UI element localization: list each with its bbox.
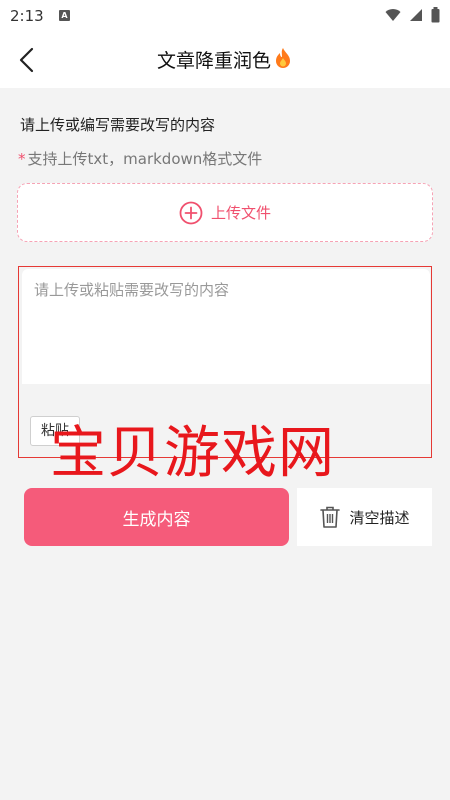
upload-file-button[interactable]: 上传文件 (17, 183, 433, 242)
wifi-icon (385, 9, 401, 21)
clear-description-button[interactable]: 清空描述 (297, 488, 432, 546)
status-bar: 2:13 A (0, 0, 450, 32)
trash-icon (320, 506, 341, 528)
page-title-text: 文章降重润色 (156, 50, 271, 72)
battery-icon (431, 7, 440, 23)
content-textarea[interactable] (22, 269, 430, 384)
plus-circle-icon (179, 201, 203, 224)
format-hint: * 支持上传txt，markdown格式文件 (18, 148, 262, 169)
upload-file-label: 上传文件 (210, 204, 271, 222)
signal-icon (410, 9, 422, 21)
main-content: 请上传或编写需要改写的内容 * 支持上传txt，markdown格式文件 上传文件… (0, 88, 450, 800)
status-icons (385, 7, 440, 23)
fire-icon (273, 47, 293, 74)
status-time: 2:13 (10, 7, 44, 25)
app-bar: 文章降重润色 (0, 32, 450, 88)
paste-button[interactable]: 粘贴 (30, 416, 80, 446)
clear-description-label: 清空描述 (349, 508, 410, 527)
status-indicator-icon: A (59, 10, 70, 21)
required-star: * (18, 150, 26, 168)
format-hint-text: 支持上传txt，markdown格式文件 (27, 150, 263, 168)
generate-content-button[interactable]: 生成内容 (24, 488, 289, 546)
page-title: 文章降重润色 (0, 46, 450, 74)
section-title: 请上传或编写需要改写的内容 (20, 116, 216, 134)
